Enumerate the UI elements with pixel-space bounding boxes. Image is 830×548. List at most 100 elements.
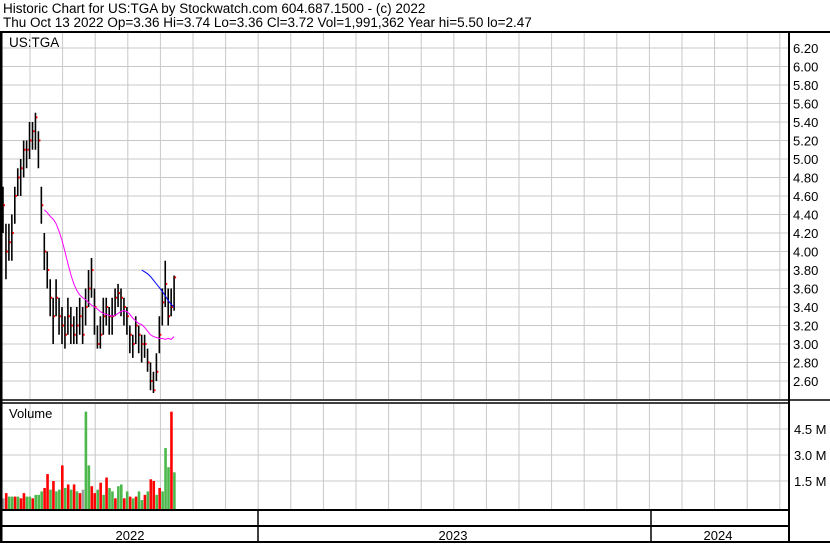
close-tick	[168, 315, 171, 318]
close-tick	[15, 195, 17, 197]
volume-bar	[49, 489, 52, 509]
close-tick	[156, 370, 159, 373]
price-tick-label: 5.80	[793, 78, 818, 93]
close-tick	[89, 287, 91, 290]
volume-bar	[55, 491, 58, 509]
volume-bar	[173, 472, 176, 509]
year-label-2023: 2023	[439, 528, 468, 543]
volume-bar	[66, 484, 70, 509]
close-tick	[30, 139, 32, 142]
volume-bar	[34, 494, 38, 509]
symbol-label: US:TGA	[9, 35, 59, 50]
year-label-2022: 2022	[116, 528, 145, 543]
volume-bar	[75, 491, 79, 509]
volume-bar	[105, 477, 108, 509]
close-tick	[12, 232, 14, 234]
close-tick	[77, 324, 79, 327]
close-tick	[27, 148, 29, 151]
close-tick	[62, 324, 64, 327]
volume-tick-label: 4.5 M	[794, 422, 827, 437]
volume-bar	[93, 493, 97, 509]
close-tick	[162, 301, 165, 304]
close-tick	[103, 315, 106, 318]
close-tick	[18, 176, 20, 179]
volume-bar	[111, 491, 114, 509]
volume-bar	[16, 496, 20, 509]
price-tick-label: 3.60	[793, 282, 818, 297]
volume-bar	[125, 491, 129, 509]
volume-bar	[40, 491, 43, 509]
close-tick	[100, 333, 103, 336]
volume-bar	[78, 493, 82, 509]
price-tick-label: 4.20	[793, 226, 818, 241]
volume-bar	[128, 496, 132, 509]
close-tick	[86, 306, 88, 308]
volume-bar	[152, 481, 156, 509]
volume-bar	[146, 491, 150, 509]
close-tick	[121, 296, 123, 299]
volume-bar	[72, 484, 76, 509]
close-tick	[97, 343, 100, 345]
close-tick	[74, 333, 76, 336]
volume-bar	[164, 448, 167, 509]
price-tick-label: 4.80	[793, 171, 818, 186]
close-tick	[153, 389, 156, 392]
volume-bar	[158, 487, 161, 509]
volume-bar	[161, 491, 164, 509]
year-label-2024: 2024	[704, 528, 733, 543]
close-tick	[151, 380, 153, 382]
close-tick	[38, 139, 41, 142]
volume-bar	[140, 500, 144, 509]
close-tick	[139, 333, 141, 336]
close-tick	[80, 315, 82, 318]
volume-bar	[10, 496, 14, 509]
header-title: Historic Chart for US:TGA by Stockwatch.…	[3, 1, 425, 16]
volume-bar	[37, 494, 40, 509]
close-tick	[24, 148, 26, 151]
volume-bar	[31, 498, 35, 509]
close-tick	[106, 306, 109, 308]
volume-bar	[114, 498, 117, 509]
close-tick	[142, 343, 144, 345]
volume-bar	[134, 496, 138, 509]
volume-bar	[102, 494, 105, 509]
price-tick-label: 6.00	[793, 60, 818, 75]
volume-bar	[167, 467, 170, 509]
close-tick	[130, 333, 132, 336]
close-tick	[133, 343, 135, 345]
price-tick-label: 4.40	[793, 208, 818, 223]
volume-bar	[7, 496, 11, 509]
volume-tick-label: 1.5 M	[794, 474, 827, 489]
volume-bar	[4, 493, 8, 509]
price-tick-label: 3.00	[793, 337, 818, 352]
volume-bar	[19, 498, 23, 509]
price-tick-label: 4.60	[793, 189, 818, 204]
volume-bar	[131, 498, 135, 509]
header-quote: Thu Oct 13 2022 Op=3.36 Hi=3.74 Lo=3.36 …	[3, 15, 532, 30]
close-tick	[124, 306, 126, 308]
volume-bar	[46, 474, 49, 509]
volume-bar	[96, 489, 99, 509]
stock-chart: Historic Chart for US:TGA by Stockwatch.…	[0, 0, 830, 543]
close-tick	[6, 250, 8, 253]
price-tick-label: 4.00	[793, 245, 818, 260]
close-tick	[53, 315, 56, 318]
volume-bar	[120, 484, 123, 509]
close-tick	[9, 241, 11, 244]
close-tick	[50, 296, 53, 299]
price-tick-label: 2.60	[793, 374, 818, 389]
volume-bar	[28, 496, 32, 509]
close-tick	[148, 361, 150, 364]
volume-label: Volume	[9, 406, 52, 421]
volume-bar	[58, 489, 61, 509]
price-tick-label: 6.20	[793, 41, 818, 56]
volume-bar	[155, 494, 158, 509]
close-tick	[35, 116, 38, 119]
volume-bar	[87, 465, 91, 509]
price-tick-label: 3.80	[793, 263, 818, 278]
price-tick-label: 5.60	[793, 97, 818, 112]
close-tick	[21, 167, 23, 170]
volume-bar	[69, 489, 73, 509]
close-tick	[68, 315, 70, 318]
close-tick	[136, 324, 138, 327]
